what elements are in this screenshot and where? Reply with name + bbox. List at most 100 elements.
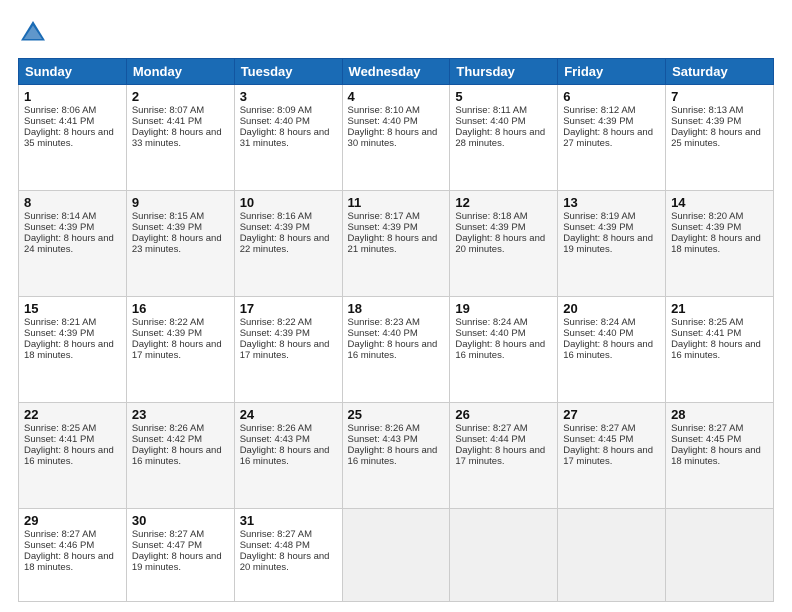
sunrise-time: Sunrise: 8:27 AM — [671, 423, 743, 434]
daylight-hours: Daylight: 8 hours and 18 minutes. — [24, 551, 114, 573]
day-cell-2: 2Sunrise: 8:07 AMSunset: 4:41 PMDaylight… — [126, 85, 234, 191]
daylight-hours: Daylight: 8 hours and 16 minutes. — [24, 445, 114, 467]
day-cell-7: 7Sunrise: 8:13 AMSunset: 4:39 PMDaylight… — [666, 85, 774, 191]
day-number: 30 — [132, 513, 229, 528]
daylight-hours: Daylight: 8 hours and 22 minutes. — [240, 233, 330, 255]
sunset-time: Sunset: 4:41 PM — [24, 116, 94, 127]
day-number: 26 — [455, 407, 552, 422]
sunrise-time: Sunrise: 8:06 AM — [24, 105, 96, 116]
day-number: 20 — [563, 301, 660, 316]
sunrise-time: Sunrise: 8:11 AM — [455, 105, 527, 116]
day-header-sunday: Sunday — [19, 59, 127, 85]
daylight-hours: Daylight: 8 hours and 16 minutes. — [563, 339, 653, 361]
sunrise-time: Sunrise: 8:25 AM — [671, 317, 743, 328]
day-cell-1: 1Sunrise: 8:06 AMSunset: 4:41 PMDaylight… — [19, 85, 127, 191]
sunrise-time: Sunrise: 8:26 AM — [132, 423, 204, 434]
sunset-time: Sunset: 4:40 PM — [348, 116, 418, 127]
sunset-time: Sunset: 4:45 PM — [563, 434, 633, 445]
sunset-time: Sunset: 4:48 PM — [240, 540, 310, 551]
calendar-week-5: 29Sunrise: 8:27 AMSunset: 4:46 PMDayligh… — [19, 509, 774, 602]
sunset-time: Sunset: 4:39 PM — [455, 222, 525, 233]
daylight-hours: Daylight: 8 hours and 19 minutes. — [563, 233, 653, 255]
sunset-time: Sunset: 4:44 PM — [455, 434, 525, 445]
sunset-time: Sunset: 4:45 PM — [671, 434, 741, 445]
day-number: 24 — [240, 407, 337, 422]
day-number: 12 — [455, 195, 552, 210]
day-cell-18: 18Sunrise: 8:23 AMSunset: 4:40 PMDayligh… — [342, 297, 450, 403]
daylight-hours: Daylight: 8 hours and 25 minutes. — [671, 127, 761, 149]
day-cell-23: 23Sunrise: 8:26 AMSunset: 4:42 PMDayligh… — [126, 403, 234, 509]
daylight-hours: Daylight: 8 hours and 16 minutes. — [455, 339, 545, 361]
day-cell-16: 16Sunrise: 8:22 AMSunset: 4:39 PMDayligh… — [126, 297, 234, 403]
sunset-time: Sunset: 4:43 PM — [348, 434, 418, 445]
day-cell-21: 21Sunrise: 8:25 AMSunset: 4:41 PMDayligh… — [666, 297, 774, 403]
day-number: 9 — [132, 195, 229, 210]
daylight-hours: Daylight: 8 hours and 33 minutes. — [132, 127, 222, 149]
sunrise-time: Sunrise: 8:15 AM — [132, 211, 204, 222]
day-number: 11 — [348, 195, 445, 210]
day-number: 29 — [24, 513, 121, 528]
daylight-hours: Daylight: 8 hours and 19 minutes. — [132, 551, 222, 573]
day-number: 16 — [132, 301, 229, 316]
daylight-hours: Daylight: 8 hours and 16 minutes. — [132, 445, 222, 467]
sunrise-time: Sunrise: 8:27 AM — [455, 423, 527, 434]
day-number: 6 — [563, 89, 660, 104]
sunrise-time: Sunrise: 8:07 AM — [132, 105, 204, 116]
sunset-time: Sunset: 4:46 PM — [24, 540, 94, 551]
sunrise-time: Sunrise: 8:19 AM — [563, 211, 635, 222]
sunset-time: Sunset: 4:41 PM — [132, 116, 202, 127]
day-number: 22 — [24, 407, 121, 422]
day-number: 4 — [348, 89, 445, 104]
sunrise-time: Sunrise: 8:17 AM — [348, 211, 420, 222]
day-number: 28 — [671, 407, 768, 422]
daylight-hours: Daylight: 8 hours and 17 minutes. — [240, 339, 330, 361]
day-number: 23 — [132, 407, 229, 422]
logo-icon — [18, 18, 48, 48]
day-header-thursday: Thursday — [450, 59, 558, 85]
day-cell-19: 19Sunrise: 8:24 AMSunset: 4:40 PMDayligh… — [450, 297, 558, 403]
day-number: 5 — [455, 89, 552, 104]
daylight-hours: Daylight: 8 hours and 16 minutes. — [240, 445, 330, 467]
sunrise-time: Sunrise: 8:13 AM — [671, 105, 743, 116]
calendar-body: 1Sunrise: 8:06 AMSunset: 4:41 PMDaylight… — [19, 85, 774, 602]
sunrise-time: Sunrise: 8:26 AM — [240, 423, 312, 434]
daylight-hours: Daylight: 8 hours and 35 minutes. — [24, 127, 114, 149]
day-number: 27 — [563, 407, 660, 422]
daylight-hours: Daylight: 8 hours and 17 minutes. — [132, 339, 222, 361]
day-number: 13 — [563, 195, 660, 210]
daylight-hours: Daylight: 8 hours and 28 minutes. — [455, 127, 545, 149]
day-cell-15: 15Sunrise: 8:21 AMSunset: 4:39 PMDayligh… — [19, 297, 127, 403]
sunrise-time: Sunrise: 8:27 AM — [240, 529, 312, 540]
calendar-week-2: 8Sunrise: 8:14 AMSunset: 4:39 PMDaylight… — [19, 191, 774, 297]
day-cell-10: 10Sunrise: 8:16 AMSunset: 4:39 PMDayligh… — [234, 191, 342, 297]
daylight-hours: Daylight: 8 hours and 24 minutes. — [24, 233, 114, 255]
sunrise-time: Sunrise: 8:22 AM — [240, 317, 312, 328]
day-number: 25 — [348, 407, 445, 422]
day-cell-8: 8Sunrise: 8:14 AMSunset: 4:39 PMDaylight… — [19, 191, 127, 297]
empty-cell — [450, 509, 558, 602]
sunset-time: Sunset: 4:39 PM — [132, 328, 202, 339]
sunrise-time: Sunrise: 8:09 AM — [240, 105, 312, 116]
sunrise-time: Sunrise: 8:16 AM — [240, 211, 312, 222]
day-number: 17 — [240, 301, 337, 316]
calendar-week-3: 15Sunrise: 8:21 AMSunset: 4:39 PMDayligh… — [19, 297, 774, 403]
day-cell-9: 9Sunrise: 8:15 AMSunset: 4:39 PMDaylight… — [126, 191, 234, 297]
empty-cell — [666, 509, 774, 602]
sunrise-time: Sunrise: 8:21 AM — [24, 317, 96, 328]
sunrise-time: Sunrise: 8:25 AM — [24, 423, 96, 434]
day-cell-12: 12Sunrise: 8:18 AMSunset: 4:39 PMDayligh… — [450, 191, 558, 297]
day-cell-3: 3Sunrise: 8:09 AMSunset: 4:40 PMDaylight… — [234, 85, 342, 191]
day-number: 21 — [671, 301, 768, 316]
calendar-table: SundayMondayTuesdayWednesdayThursdayFrid… — [18, 58, 774, 602]
sunset-time: Sunset: 4:39 PM — [240, 328, 310, 339]
sunset-time: Sunset: 4:40 PM — [455, 116, 525, 127]
sunset-time: Sunset: 4:39 PM — [348, 222, 418, 233]
daylight-hours: Daylight: 8 hours and 23 minutes. — [132, 233, 222, 255]
sunset-time: Sunset: 4:40 PM — [240, 116, 310, 127]
daylight-hours: Daylight: 8 hours and 20 minutes. — [240, 551, 330, 573]
day-number: 19 — [455, 301, 552, 316]
daylight-hours: Daylight: 8 hours and 16 minutes. — [348, 445, 438, 467]
day-cell-13: 13Sunrise: 8:19 AMSunset: 4:39 PMDayligh… — [558, 191, 666, 297]
day-cell-17: 17Sunrise: 8:22 AMSunset: 4:39 PMDayligh… — [234, 297, 342, 403]
daylight-hours: Daylight: 8 hours and 18 minutes. — [671, 445, 761, 467]
